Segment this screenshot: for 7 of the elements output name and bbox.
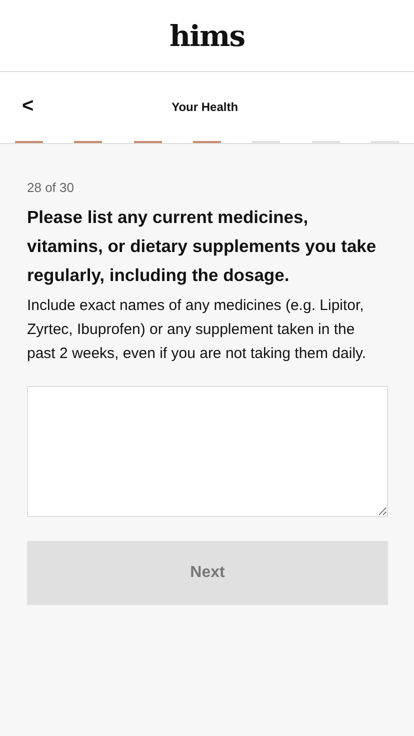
hint-text: Include exact names of any medicines (e.g. Lipitor, Zyrtec, Ibuprofen) or any supplement taken in the past 2 weeks, even if you are not taking them daily. [27, 296, 368, 364]
answer-field[interactable] [27, 386, 388, 517]
question-text: Please list any current medicines, vitamins, or dietary supplements you take regularly, including the dosage. [27, 206, 378, 287]
back-button[interactable]: < [18, 95, 38, 118]
question-counter: 28 of 30 [27, 180, 75, 195]
section-title: Your Health [172, 100, 238, 114]
logo: hims [169, 18, 245, 52]
